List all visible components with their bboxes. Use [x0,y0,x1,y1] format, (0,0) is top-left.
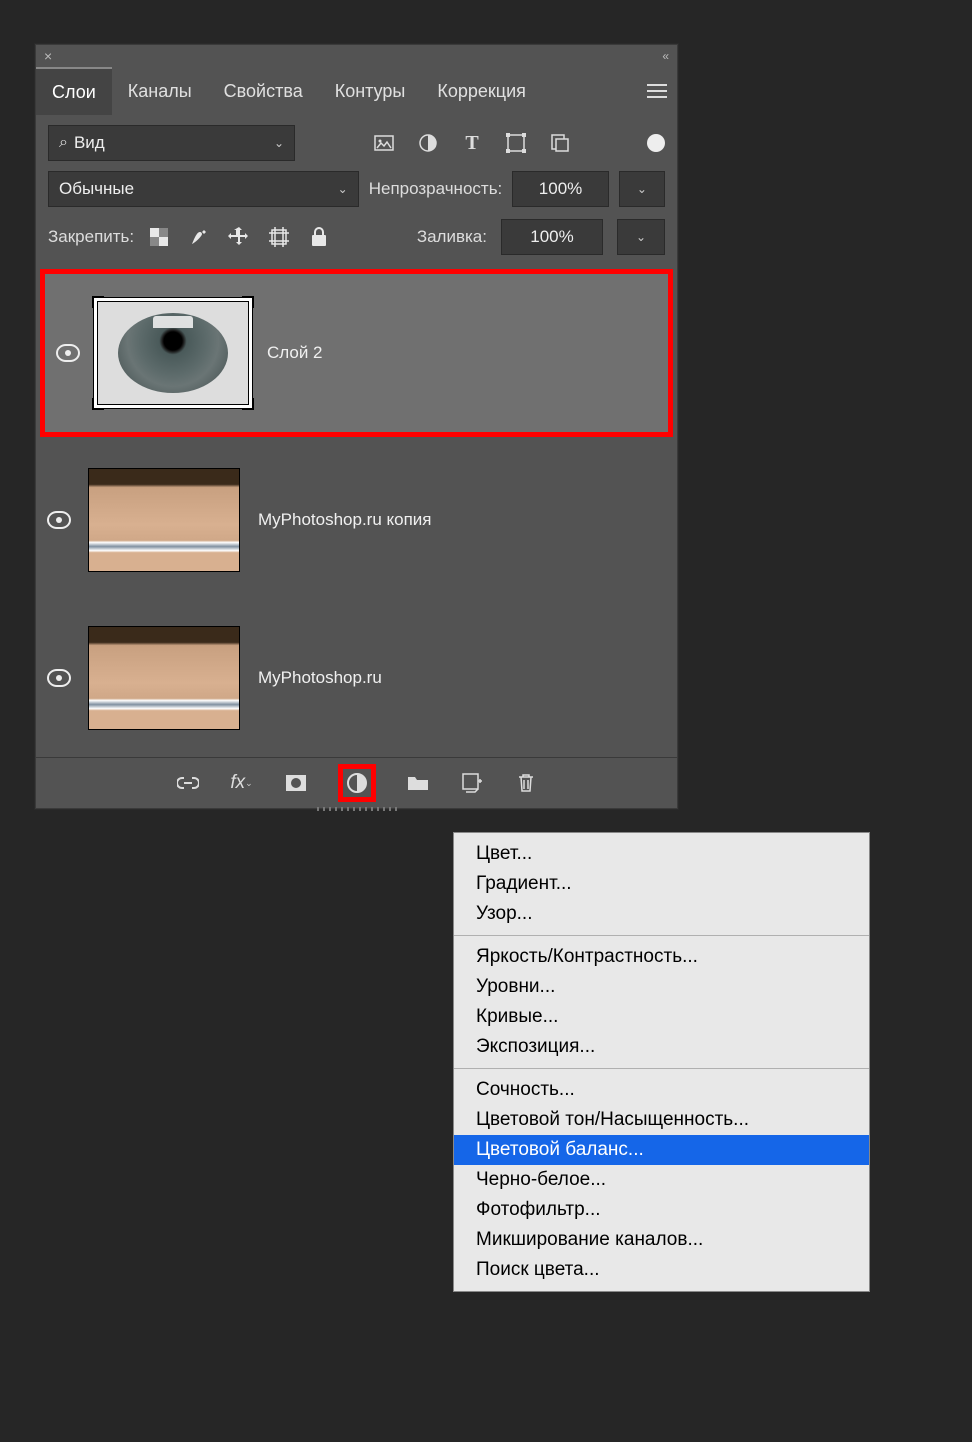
layer-row[interactable]: Слой 2 [45,274,668,432]
lock-row: Закрепить: Заливка: 100% ⌄ [36,213,677,265]
menu-item[interactable]: Черно-белое... [454,1165,869,1195]
layer-row[interactable]: MyPhotoshop.ru копия [36,441,677,599]
folder-icon[interactable] [406,771,430,795]
blend-mode-label: Обычные [59,179,134,199]
kind-dropdown[interactable]: ⌕ Вид ⌄ [48,125,295,161]
resize-grip[interactable] [317,807,397,811]
opacity-value[interactable]: 100% [512,171,609,207]
opacity-chevron[interactable]: ⌄ [619,171,665,207]
layer-thumbnail[interactable] [97,301,249,405]
search-icon: ⌕ [59,134,68,152]
lock-all-icon[interactable] [308,226,330,248]
lock-artboard-icon[interactable] [268,226,290,248]
menu-item[interactable]: Кривые... [454,1002,869,1032]
menu-item[interactable]: Цветовой тон/Насыщенность... [454,1105,869,1135]
lock-icons [148,226,330,248]
filter-smart-icon[interactable] [549,132,571,154]
lock-pixels-icon[interactable] [188,226,210,248]
filter-shape-icon[interactable] [505,132,527,154]
eye-icon [56,344,80,362]
lock-transparent-icon[interactable] [148,226,170,248]
kind-label: Вид [74,133,105,153]
layer-name[interactable]: Слой 2 [267,343,323,363]
adjustment-menu: Цвет... Градиент... Узор... Яркость/Конт… [453,832,870,1292]
tab-properties[interactable]: Свойства [208,67,319,115]
filter-icons: T [373,132,571,154]
close-icon[interactable]: × [44,48,52,64]
tab-contours[interactable]: Контуры [319,67,422,115]
collapse-icon[interactable]: « [662,49,669,63]
fill-label: Заливка: [417,227,487,247]
filter-adjust-icon[interactable] [417,132,439,154]
trash-icon[interactable] [514,771,538,795]
menu-item[interactable]: Уровни... [454,972,869,1002]
menu-item[interactable]: Яркость/Контрастность... [454,942,869,972]
visibility-toggle[interactable] [45,344,91,362]
lock-label: Закрепить: [48,227,134,247]
panel-footer: fx⌄ [36,757,677,808]
layer-name[interactable]: MyPhotoshop.ru [258,668,382,688]
panel-header: × « [36,45,677,67]
menu-item[interactable]: Экспозиция... [454,1032,869,1062]
adjustment-layer-icon[interactable] [345,771,369,795]
menu-item[interactable]: Сочность... [454,1075,869,1105]
menu-item[interactable]: Градиент... [454,869,869,899]
filter-text-icon[interactable]: T [461,132,483,154]
layers-list: Слой 2 MyPhotoshop.ru копия MyPhotoshop.… [36,269,677,757]
layer-thumbnail[interactable] [88,626,240,730]
menu-item[interactable]: Микширование каналов... [454,1225,869,1255]
visibility-toggle[interactable] [36,669,82,687]
filter-toggle[interactable] [647,134,665,152]
fill-chevron[interactable]: ⌄ [617,219,665,255]
layers-panel: × « Слои Каналы Свойства Контуры Коррекц… [35,44,678,809]
blend-mode-dropdown[interactable]: Обычные ⌄ [48,171,359,207]
menu-item[interactable]: Поиск цвета... [454,1255,869,1285]
tab-adjustments[interactable]: Коррекция [421,67,542,115]
chevron-down-icon: ⌄ [274,136,284,150]
filter-pixel-icon[interactable] [373,132,395,154]
menu-item[interactable]: Цвет... [454,839,869,869]
fx-icon[interactable]: fx⌄ [230,771,254,795]
menu-item-color-balance[interactable]: Цветовой баланс... [454,1135,869,1165]
eye-icon [47,511,71,529]
filter-row: ⌕ Вид ⌄ T [36,115,677,165]
tab-channels[interactable]: Каналы [112,67,208,115]
visibility-toggle[interactable] [36,511,82,529]
layer-name[interactable]: MyPhotoshop.ru копия [258,510,432,530]
opacity-label: Непрозрачность: [369,179,503,199]
lock-position-icon[interactable] [228,226,250,248]
layer-thumbnail[interactable] [88,468,240,572]
highlight-annotation: Слой 2 [40,269,673,437]
fill-value[interactable]: 100% [501,219,603,255]
link-layers-icon[interactable] [176,771,200,795]
new-layer-icon[interactable] [460,771,484,795]
menu-item[interactable]: Узор... [454,899,869,929]
panel-menu-button[interactable] [637,67,677,115]
highlight-annotation [338,764,376,802]
blend-row: Обычные ⌄ Непрозрачность: 100% ⌄ [36,165,677,213]
eye-icon [47,669,71,687]
mask-icon[interactable] [284,771,308,795]
chevron-down-icon: ⌄ [338,182,348,196]
tab-layers[interactable]: Слои [36,67,112,115]
tabs: Слои Каналы Свойства Контуры Коррекция [36,67,677,115]
menu-item[interactable]: Фотофильтр... [454,1195,869,1225]
layer-row[interactable]: MyPhotoshop.ru [36,599,677,757]
